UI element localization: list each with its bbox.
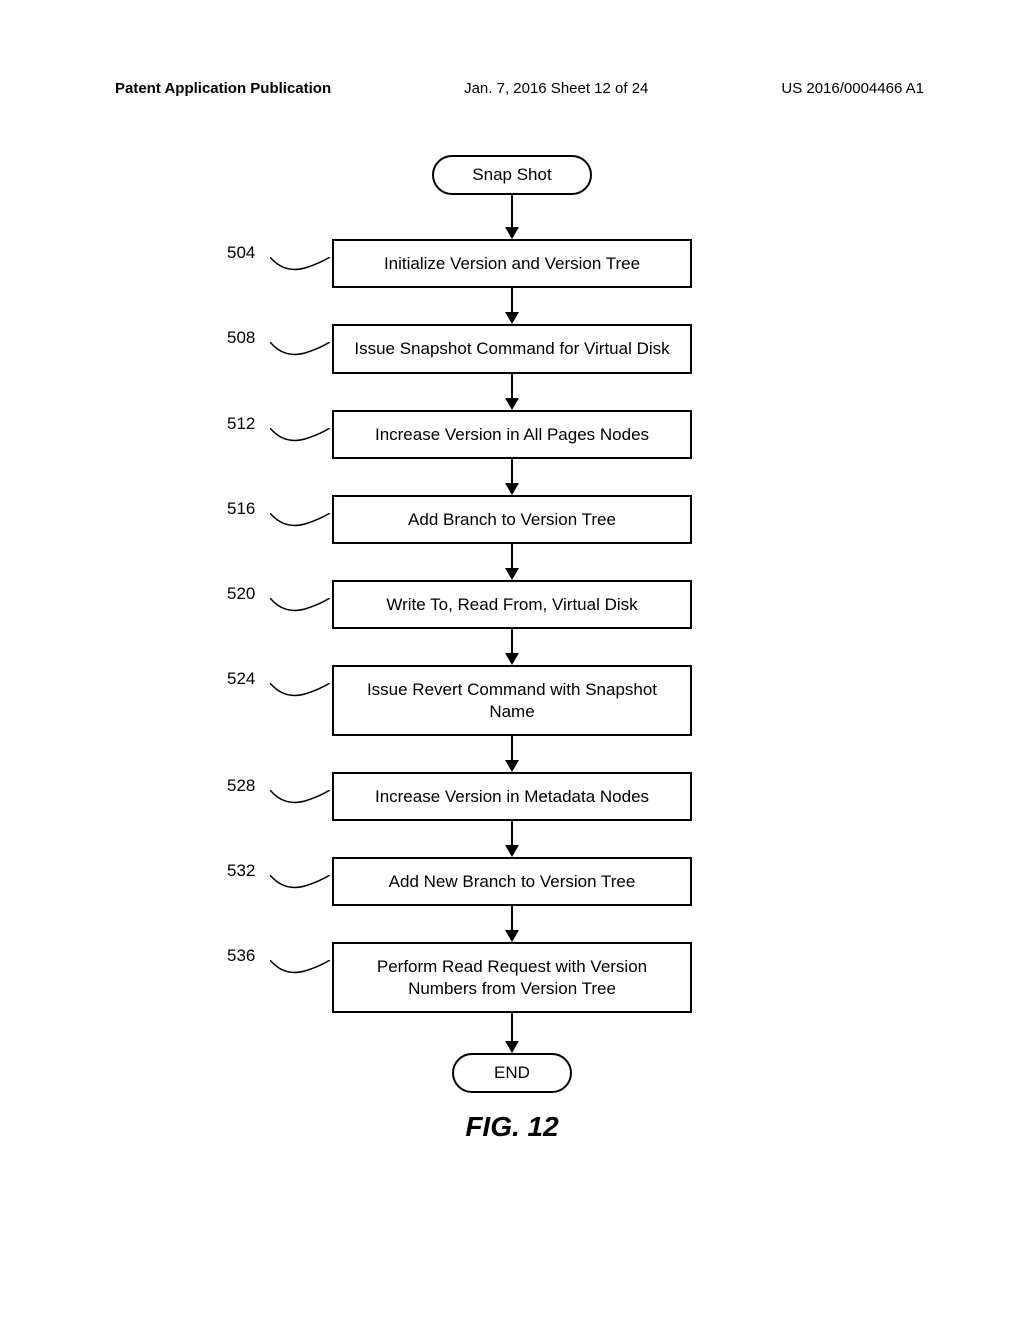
arrow <box>505 195 519 239</box>
step-number: 536 <box>227 946 255 966</box>
step-516: 516 Add Branch to Version Tree <box>332 495 692 544</box>
step-number: 512 <box>227 414 255 434</box>
arrow <box>505 544 519 580</box>
step-512: 512 Increase Version in All Pages Nodes <box>332 410 692 459</box>
leader-line <box>270 428 330 450</box>
leader-line <box>270 875 330 897</box>
leader-line <box>270 342 330 364</box>
step-504: 504 Initialize Version and Version Tree <box>332 239 692 288</box>
step-text: Add New Branch to Version Tree <box>389 871 636 892</box>
step-box: Initialize Version and Version Tree <box>332 239 692 288</box>
step-box: Add Branch to Version Tree <box>332 495 692 544</box>
page-header: Patent Application Publication Jan. 7, 2… <box>0 80 1024 97</box>
step-text: Add Branch to Version Tree <box>408 509 616 530</box>
step-536: 536 Perform Read Request with Version Nu… <box>332 942 692 1013</box>
header-right: US 2016/0004466 A1 <box>781 80 924 97</box>
step-number: 520 <box>227 584 255 604</box>
step-box: Issue Revert Command with Snapshot Name <box>332 665 692 736</box>
step-number: 504 <box>227 243 255 263</box>
step-box: Increase Version in All Pages Nodes <box>332 410 692 459</box>
step-528: 528 Increase Version in Metadata Nodes <box>332 772 692 821</box>
step-number: 508 <box>227 328 255 348</box>
step-text: Issue Revert Command with Snapshot Name <box>348 679 676 722</box>
leader-line <box>270 257 330 279</box>
arrow <box>505 374 519 410</box>
arrow <box>505 736 519 772</box>
step-text: Initialize Version and Version Tree <box>384 253 640 274</box>
step-524: 524 Issue Revert Command with Snapshot N… <box>332 665 692 736</box>
step-text: Increase Version in All Pages Nodes <box>375 424 649 445</box>
terminator-start-label: Snap Shot <box>472 165 551 185</box>
leader-line <box>270 513 330 535</box>
step-number: 516 <box>227 499 255 519</box>
arrow <box>505 821 519 857</box>
leader-line <box>270 683 330 705</box>
arrow <box>505 629 519 665</box>
step-532: 532 Add New Branch to Version Tree <box>332 857 692 906</box>
step-text: Write To, Read From, Virtual Disk <box>386 594 637 615</box>
arrow <box>505 288 519 324</box>
terminator-end: END <box>452 1053 572 1093</box>
arrow <box>505 459 519 495</box>
step-number: 524 <box>227 669 255 689</box>
header-center: Jan. 7, 2016 Sheet 12 of 24 <box>464 80 648 97</box>
figure-caption: FIG. 12 <box>465 1111 558 1143</box>
step-box: Perform Read Request with Version Number… <box>332 942 692 1013</box>
step-box: Issue Snapshot Command for Virtual Disk <box>332 324 692 373</box>
leader-line <box>270 598 330 620</box>
terminator-end-label: END <box>494 1063 530 1083</box>
leader-line <box>270 960 330 982</box>
header-left: Patent Application Publication <box>115 80 331 97</box>
step-box: Write To, Read From, Virtual Disk <box>332 580 692 629</box>
arrow <box>505 1013 519 1053</box>
step-box: Increase Version in Metadata Nodes <box>332 772 692 821</box>
terminator-start: Snap Shot <box>432 155 592 195</box>
step-number: 528 <box>227 776 255 796</box>
flowchart: Snap Shot 504 Initialize Version and Ver… <box>0 155 1024 1143</box>
step-508: 508 Issue Snapshot Command for Virtual D… <box>332 324 692 373</box>
step-box: Add New Branch to Version Tree <box>332 857 692 906</box>
step-number: 532 <box>227 861 255 881</box>
step-text: Increase Version in Metadata Nodes <box>375 786 649 807</box>
step-text: Perform Read Request with Version Number… <box>348 956 676 999</box>
step-520: 520 Write To, Read From, Virtual Disk <box>332 580 692 629</box>
leader-line <box>270 790 330 812</box>
step-text: Issue Snapshot Command for Virtual Disk <box>354 338 669 359</box>
arrow <box>505 906 519 942</box>
